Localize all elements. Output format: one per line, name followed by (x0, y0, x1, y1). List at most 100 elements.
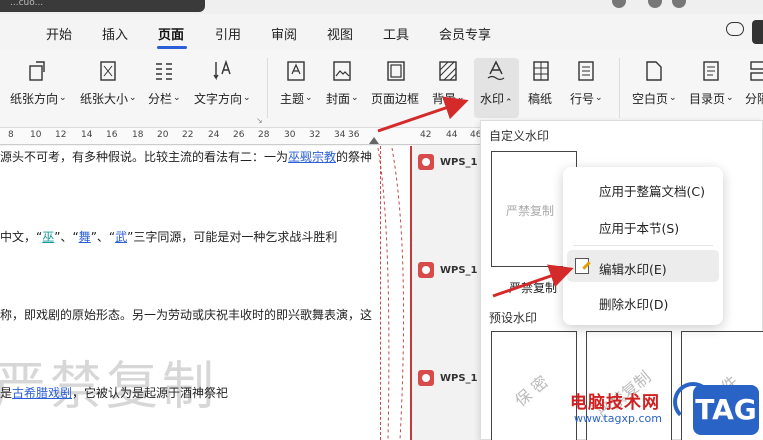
ruler-tick: 44 (446, 130, 458, 140)
text-direction-button[interactable]: 文字方向 (194, 60, 251, 107)
menu-home[interactable]: 开始 (46, 24, 72, 43)
toc-page-icon (703, 61, 719, 81)
watermark-label: 水印 (480, 92, 513, 106)
doc-link[interactable]: 巫 (42, 230, 54, 244)
page-size-icon (100, 61, 116, 81)
site-name: 电脑技术网 (570, 393, 660, 413)
custom-watermark-header: 自定义水印 (489, 129, 550, 143)
page-size-button[interactable]: 纸张大小 (80, 60, 137, 107)
doc-link[interactable]: 武 (115, 230, 127, 244)
ruler-tick: 34 (334, 130, 346, 140)
active-tab-indicator (157, 46, 187, 49)
ruler-tick: 30 (284, 130, 296, 140)
page-border-icon (386, 61, 405, 81)
ruler-tick: 8 (8, 130, 14, 140)
apply-to-section-item[interactable]: 应用于本节(S) (599, 218, 679, 237)
comment-card[interactable]: WPS_1 (418, 370, 478, 386)
ribbon-separator (619, 58, 620, 118)
menu-review[interactable]: 审阅 (271, 24, 297, 43)
page-border-label: 页面边框 (371, 92, 420, 106)
document-tab[interactable]: ...cuo... (0, 0, 205, 12)
apply-to-document-item[interactable]: 应用于整篇文档(C) (599, 181, 705, 200)
comment-pane: WPS_1 WPS_1 WPS_1 (410, 146, 482, 440)
ruler-tick: 12 (55, 130, 67, 140)
background-icon (439, 61, 457, 81)
theme-label: 主题 (280, 92, 313, 106)
cover-button[interactable]: 封面 (326, 60, 359, 107)
columns-button[interactable]: 分栏 (148, 60, 181, 107)
line-number-label: 行号 (570, 92, 603, 106)
blank-page-icon (646, 61, 662, 81)
text-direction-icon (213, 60, 231, 81)
ruler-extension: 42 44 46 (400, 128, 490, 145)
doc-text: ”、“ (54, 230, 79, 244)
ruler-tick: 14 (81, 130, 93, 140)
doc-text: 的祭神 (336, 150, 373, 164)
line-number-button[interactable]: 行号 (570, 60, 603, 107)
ruler-tick: 28 (258, 130, 270, 140)
menu-references[interactable]: 引用 (215, 24, 241, 43)
menu-bar: 开始 插入 页面 引用 审阅 视图 工具 会员专享 (0, 14, 763, 50)
ruler-tick: 22 (182, 130, 194, 140)
section-break-label: 分隔 (745, 92, 763, 106)
page-border-button[interactable]: 页面边框 (371, 60, 420, 107)
watermark-button[interactable]: 水印 (474, 58, 519, 118)
columns-label: 分栏 (148, 92, 181, 106)
document-page[interactable]: 严禁复制 源头不可考，有多种假说。比较主流的看法有二：一为巫觋宗教的祭神 中文，… (0, 146, 410, 440)
document-tab-label: ...cuo... (10, 0, 44, 8)
ruler-tick: 20 (157, 130, 169, 140)
user-avatar-icon (418, 370, 434, 386)
user-avatar-icon (418, 262, 434, 278)
avatar[interactable] (672, 0, 686, 8)
ribbon-toolbar: 纸张方向 纸张大小 分栏 文字方向 主题 封面 页面边框 背景 水印 稿纸 行号 (0, 50, 763, 128)
manuscript-button[interactable]: 稿纸 (528, 60, 553, 107)
comment-card[interactable]: WPS_1 (418, 154, 478, 170)
indent-marker[interactable] (369, 137, 379, 144)
ruler-tick: 26 (233, 130, 245, 140)
menu-insert[interactable]: 插入 (102, 24, 128, 43)
ruler-tick: 16 (106, 130, 118, 140)
ribbon-separator (267, 58, 268, 118)
settings-icon[interactable] (648, 0, 662, 8)
menu-view[interactable]: 视图 (327, 24, 353, 43)
watermark-context-menu: 应用于整篇文档(C) 应用于本节(S) 编辑水印(E) 删除水印(D) (563, 167, 723, 325)
doc-paragraph-line: 称，即戏剧的原始形态。另一为劳动或庆祝丰收时的即兴歌舞表演，这 (0, 308, 373, 322)
comment-author: WPS_1 (440, 157, 478, 168)
doc-link[interactable]: 舞 (79, 230, 91, 244)
shield-icon[interactable] (612, 0, 626, 8)
ruler: 8 10 12 14 16 18 20 22 24 26 28 30 32 34… (0, 128, 400, 145)
doc-link[interactable]: 古希腊戏剧 (12, 386, 72, 400)
delete-watermark-item[interactable]: 删除水印(D) (599, 294, 668, 313)
menu-tools[interactable]: 工具 (383, 24, 409, 43)
text-direction-label: 文字方向 (194, 92, 251, 106)
menu-member[interactable]: 会员专享 (439, 24, 491, 43)
section-break-icon (749, 61, 763, 81)
doc-link[interactable]: 巫觋宗教 (288, 150, 336, 164)
page-orientation-button[interactable]: 纸张方向 (10, 60, 67, 107)
theme-button[interactable]: 主题 (280, 60, 313, 107)
toc-page-button[interactable]: 目录页 (689, 60, 734, 107)
columns-icon (156, 63, 173, 80)
menu-divider (573, 245, 713, 246)
doc-text: ”、“ (90, 230, 116, 244)
dialog-launcher-icon[interactable]: ↘ (256, 116, 263, 125)
edit-watermark-item[interactable]: 编辑水印(E) (599, 259, 667, 278)
more-button[interactable] (752, 20, 763, 44)
page-size-label: 纸张大小 (80, 92, 137, 106)
edit-watermark-icon (575, 258, 589, 274)
site-logo: 电脑技术网 www.tagxp.com TAG (553, 380, 763, 440)
blank-page-button[interactable]: 空白页 (632, 60, 677, 107)
background-button[interactable]: 背景 (432, 60, 465, 107)
ruler-tick: 24 (208, 130, 220, 140)
section-break-button[interactable]: 分隔 (745, 60, 763, 107)
manuscript-label: 稿纸 (528, 92, 553, 106)
doc-text: 是 (0, 386, 13, 400)
ruler-tick: 10 (30, 130, 42, 140)
menu-page[interactable]: 页面 (158, 24, 184, 43)
comment-card[interactable]: WPS_1 (418, 262, 478, 278)
cloud-icon[interactable] (726, 22, 744, 36)
blank-page-label: 空白页 (632, 92, 677, 106)
comment-author: WPS_1 (440, 373, 478, 384)
ruler-tick: 18 (132, 130, 144, 140)
revision-margin (380, 146, 410, 440)
